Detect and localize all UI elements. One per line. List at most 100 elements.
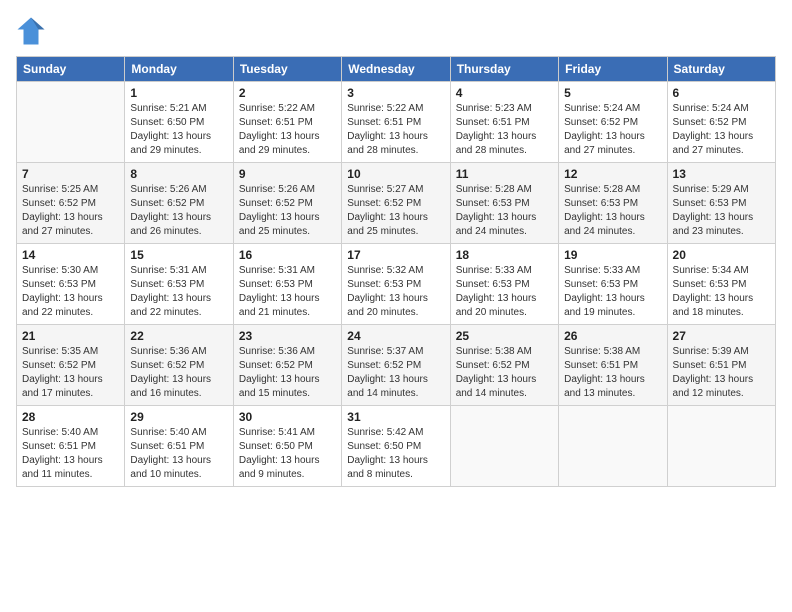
day-info: Sunrise: 5:34 AMSunset: 6:53 PMDaylight:… <box>673 264 770 320</box>
day-info: Sunrise: 5:26 AMSunset: 6:52 PMDaylight:… <box>130 183 227 239</box>
day-info: Sunrise: 5:29 AMSunset: 6:53 PMDaylight:… <box>673 183 770 239</box>
calendar-day: 9 Sunrise: 5:26 AMSunset: 6:52 PMDayligh… <box>233 163 341 244</box>
calendar-day: 26 Sunrise: 5:38 AMSunset: 6:51 PMDaylig… <box>559 325 667 406</box>
day-number: 1 <box>130 86 227 100</box>
day-number: 7 <box>22 167 119 181</box>
day-info: Sunrise: 5:42 AMSunset: 6:50 PMDaylight:… <box>347 426 444 482</box>
calendar-day: 10 Sunrise: 5:27 AMSunset: 6:52 PMDaylig… <box>342 163 450 244</box>
calendar-day: 5 Sunrise: 5:24 AMSunset: 6:52 PMDayligh… <box>559 82 667 163</box>
calendar-day: 7 Sunrise: 5:25 AMSunset: 6:52 PMDayligh… <box>17 163 125 244</box>
page-container: SundayMondayTuesdayWednesdayThursdayFrid… <box>0 0 792 497</box>
day-info: Sunrise: 5:30 AMSunset: 6:53 PMDaylight:… <box>22 264 119 320</box>
calendar-day: 14 Sunrise: 5:30 AMSunset: 6:53 PMDaylig… <box>17 244 125 325</box>
logo-icon <box>16 16 46 46</box>
calendar-day: 1 Sunrise: 5:21 AMSunset: 6:50 PMDayligh… <box>125 82 233 163</box>
calendar-day: 20 Sunrise: 5:34 AMSunset: 6:53 PMDaylig… <box>667 244 775 325</box>
calendar-week-1: 1 Sunrise: 5:21 AMSunset: 6:50 PMDayligh… <box>17 82 776 163</box>
day-info: Sunrise: 5:40 AMSunset: 6:51 PMDaylight:… <box>130 426 227 482</box>
calendar-day: 8 Sunrise: 5:26 AMSunset: 6:52 PMDayligh… <box>125 163 233 244</box>
day-info: Sunrise: 5:36 AMSunset: 6:52 PMDaylight:… <box>130 345 227 401</box>
day-info: Sunrise: 5:28 AMSunset: 6:53 PMDaylight:… <box>564 183 661 239</box>
day-number: 5 <box>564 86 661 100</box>
day-info: Sunrise: 5:39 AMSunset: 6:51 PMDaylight:… <box>673 345 770 401</box>
day-number: 2 <box>239 86 336 100</box>
day-number: 27 <box>673 329 770 343</box>
day-info: Sunrise: 5:40 AMSunset: 6:51 PMDaylight:… <box>22 426 119 482</box>
calendar-day <box>559 406 667 487</box>
weekday-header-friday: Friday <box>559 57 667 82</box>
day-number: 25 <box>456 329 553 343</box>
calendar-day: 28 Sunrise: 5:40 AMSunset: 6:51 PMDaylig… <box>17 406 125 487</box>
calendar-day: 13 Sunrise: 5:29 AMSunset: 6:53 PMDaylig… <box>667 163 775 244</box>
day-number: 30 <box>239 410 336 424</box>
calendar-day: 15 Sunrise: 5:31 AMSunset: 6:53 PMDaylig… <box>125 244 233 325</box>
day-info: Sunrise: 5:25 AMSunset: 6:52 PMDaylight:… <box>22 183 119 239</box>
calendar-day: 18 Sunrise: 5:33 AMSunset: 6:53 PMDaylig… <box>450 244 558 325</box>
calendar-day: 12 Sunrise: 5:28 AMSunset: 6:53 PMDaylig… <box>559 163 667 244</box>
day-number: 19 <box>564 248 661 262</box>
day-number: 10 <box>347 167 444 181</box>
day-number: 21 <box>22 329 119 343</box>
day-info: Sunrise: 5:37 AMSunset: 6:52 PMDaylight:… <box>347 345 444 401</box>
day-number: 22 <box>130 329 227 343</box>
calendar-day <box>17 82 125 163</box>
day-info: Sunrise: 5:35 AMSunset: 6:52 PMDaylight:… <box>22 345 119 401</box>
calendar-day: 3 Sunrise: 5:22 AMSunset: 6:51 PMDayligh… <box>342 82 450 163</box>
calendar-day: 23 Sunrise: 5:36 AMSunset: 6:52 PMDaylig… <box>233 325 341 406</box>
day-info: Sunrise: 5:32 AMSunset: 6:53 PMDaylight:… <box>347 264 444 320</box>
calendar-day: 22 Sunrise: 5:36 AMSunset: 6:52 PMDaylig… <box>125 325 233 406</box>
day-number: 20 <box>673 248 770 262</box>
weekday-header-monday: Monday <box>125 57 233 82</box>
header <box>16 16 776 46</box>
logo <box>16 16 50 46</box>
day-info: Sunrise: 5:22 AMSunset: 6:51 PMDaylight:… <box>239 102 336 158</box>
calendar-day <box>450 406 558 487</box>
day-number: 15 <box>130 248 227 262</box>
day-number: 8 <box>130 167 227 181</box>
calendar-day: 2 Sunrise: 5:22 AMSunset: 6:51 PMDayligh… <box>233 82 341 163</box>
weekday-header-row: SundayMondayTuesdayWednesdayThursdayFrid… <box>17 57 776 82</box>
calendar-day: 21 Sunrise: 5:35 AMSunset: 6:52 PMDaylig… <box>17 325 125 406</box>
day-info: Sunrise: 5:38 AMSunset: 6:51 PMDaylight:… <box>564 345 661 401</box>
day-number: 6 <box>673 86 770 100</box>
day-info: Sunrise: 5:31 AMSunset: 6:53 PMDaylight:… <box>239 264 336 320</box>
calendar-week-4: 21 Sunrise: 5:35 AMSunset: 6:52 PMDaylig… <box>17 325 776 406</box>
day-info: Sunrise: 5:33 AMSunset: 6:53 PMDaylight:… <box>564 264 661 320</box>
calendar-week-5: 28 Sunrise: 5:40 AMSunset: 6:51 PMDaylig… <box>17 406 776 487</box>
day-info: Sunrise: 5:36 AMSunset: 6:52 PMDaylight:… <box>239 345 336 401</box>
calendar-day: 30 Sunrise: 5:41 AMSunset: 6:50 PMDaylig… <box>233 406 341 487</box>
calendar-week-2: 7 Sunrise: 5:25 AMSunset: 6:52 PMDayligh… <box>17 163 776 244</box>
day-info: Sunrise: 5:27 AMSunset: 6:52 PMDaylight:… <box>347 183 444 239</box>
calendar-day <box>667 406 775 487</box>
calendar-day: 25 Sunrise: 5:38 AMSunset: 6:52 PMDaylig… <box>450 325 558 406</box>
calendar-day: 16 Sunrise: 5:31 AMSunset: 6:53 PMDaylig… <box>233 244 341 325</box>
day-number: 26 <box>564 329 661 343</box>
calendar-week-3: 14 Sunrise: 5:30 AMSunset: 6:53 PMDaylig… <box>17 244 776 325</box>
day-number: 16 <box>239 248 336 262</box>
day-number: 3 <box>347 86 444 100</box>
day-number: 17 <box>347 248 444 262</box>
calendar-table: SundayMondayTuesdayWednesdayThursdayFrid… <box>16 56 776 487</box>
calendar-day: 29 Sunrise: 5:40 AMSunset: 6:51 PMDaylig… <box>125 406 233 487</box>
day-number: 28 <box>22 410 119 424</box>
day-number: 11 <box>456 167 553 181</box>
calendar-day: 19 Sunrise: 5:33 AMSunset: 6:53 PMDaylig… <box>559 244 667 325</box>
day-number: 12 <box>564 167 661 181</box>
day-info: Sunrise: 5:23 AMSunset: 6:51 PMDaylight:… <box>456 102 553 158</box>
day-info: Sunrise: 5:24 AMSunset: 6:52 PMDaylight:… <box>564 102 661 158</box>
weekday-header-saturday: Saturday <box>667 57 775 82</box>
day-number: 23 <box>239 329 336 343</box>
day-number: 29 <box>130 410 227 424</box>
calendar-day: 24 Sunrise: 5:37 AMSunset: 6:52 PMDaylig… <box>342 325 450 406</box>
day-number: 9 <box>239 167 336 181</box>
weekday-header-thursday: Thursday <box>450 57 558 82</box>
calendar-day: 31 Sunrise: 5:42 AMSunset: 6:50 PMDaylig… <box>342 406 450 487</box>
calendar-day: 27 Sunrise: 5:39 AMSunset: 6:51 PMDaylig… <box>667 325 775 406</box>
day-info: Sunrise: 5:33 AMSunset: 6:53 PMDaylight:… <box>456 264 553 320</box>
weekday-header-tuesday: Tuesday <box>233 57 341 82</box>
day-number: 18 <box>456 248 553 262</box>
day-info: Sunrise: 5:26 AMSunset: 6:52 PMDaylight:… <box>239 183 336 239</box>
weekday-header-wednesday: Wednesday <box>342 57 450 82</box>
day-number: 31 <box>347 410 444 424</box>
day-number: 14 <box>22 248 119 262</box>
